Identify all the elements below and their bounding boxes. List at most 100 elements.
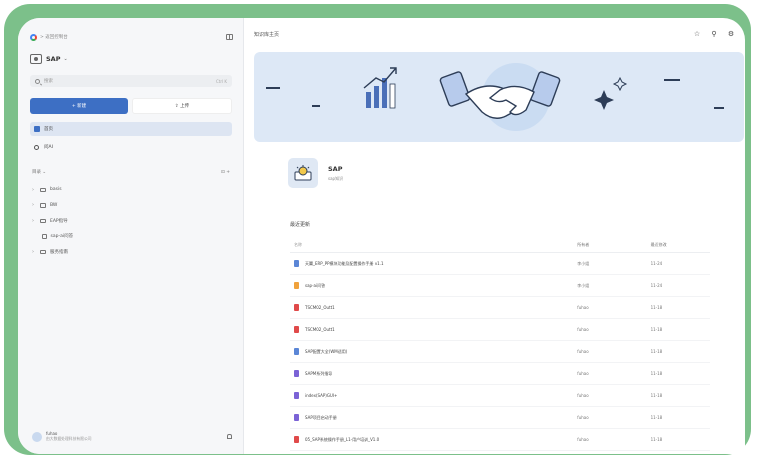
file-owner: 李小姐 — [577, 260, 590, 266]
directory-tree: › basis › BW › EAP指导 sap-ai问答 › 服务指南 — [32, 182, 230, 260]
file-owner: fuhao — [577, 393, 589, 398]
home-icon — [34, 126, 40, 132]
table-row[interactable]: TSCM02_Outt1 fuhao 11-18 — [290, 297, 710, 319]
file-icon — [294, 436, 299, 443]
tree-item-bw[interactable]: › BW — [32, 198, 230, 214]
directory-label[interactable]: 目录 ⌄ — [32, 169, 46, 175]
pin-icon[interactable]: ⚲ — [710, 30, 718, 38]
file-icon — [294, 348, 299, 355]
recent-updates-title: 最近更新 — [290, 222, 311, 228]
table-row[interactable]: SAPM系列指导 fuhao 11-18 — [290, 363, 710, 385]
file-name: TSCM02_Outt1 — [305, 305, 335, 310]
file-name-cell: TSCM02_Outt1 — [290, 304, 577, 311]
table-row[interactable]: SAP项目启动手册 fuhao 11-18 — [290, 407, 710, 429]
table-row[interactable]: sap-ai问答 李小姐 11-24 — [290, 275, 710, 297]
file-modified: 11-18 — [650, 371, 663, 376]
column-header-modified[interactable]: 最近修改 — [651, 242, 710, 248]
back-to-console-link[interactable]: > 返回控制台 — [40, 34, 226, 40]
tree-item-service-guide[interactable]: › 服务指南 — [32, 244, 230, 260]
file-icon — [294, 392, 299, 399]
document-icon — [42, 233, 47, 239]
file-modified: 11-18 — [650, 437, 663, 442]
table-row[interactable]: TSCM02_Outt1 fuhao 11-18 — [290, 319, 710, 341]
user-profile[interactable]: fuhao 由大数据处理科技有限公司 — [32, 431, 232, 442]
workspace-card[interactable]: SAP sap知识 — [288, 158, 343, 188]
user-org: 由大数据处理科技有限公司 — [46, 436, 92, 441]
tree-item-label: EAP指导 — [50, 218, 68, 224]
sidebar-header: > 返回控制台 — [30, 32, 233, 42]
file-icon — [294, 282, 299, 289]
topbar: 知识库主页 ☆ ⚲ ⚙ — [244, 18, 745, 50]
table-row[interactable]: SAP配置大全(WM适用) fuhao 11-18 — [290, 341, 710, 363]
chevron-down-icon: ⌄ — [63, 56, 68, 62]
ai-search-icon — [34, 144, 39, 150]
file-icon — [294, 326, 299, 333]
tree-item-label: BW — [50, 202, 58, 208]
workspace-switcher[interactable]: SAP ⌄ — [30, 54, 68, 64]
tree-item-eap[interactable]: › EAP指导 — [32, 213, 230, 229]
directory-actions[interactable]: ⊡ + — [221, 170, 230, 175]
file-name: SAP项目启动手册 — [305, 414, 337, 420]
recent-files-table: 名称 所有者 最近修改 天翼_ERP_PP模块功能及配置操作手册 v1.1 李小姐… — [290, 238, 710, 451]
file-name-cell: index(SAP)GUI+ — [290, 392, 577, 399]
table-row[interactable]: 天翼_ERP_PP模块功能及配置操作手册 v1.1 李小姐 11-24 — [290, 253, 710, 275]
file-name-cell: 05_SAP系统操作手册_L1-用户培训_V1.0 — [290, 436, 577, 443]
chevron-right-icon[interactable]: › — [32, 187, 38, 193]
sidebar-item-ask-ai[interactable]: 问AI — [30, 140, 232, 154]
file-icon — [294, 304, 299, 311]
sidebar: > 返回控制台 SAP ⌄ 搜索 Ctrl K + 新建 ⇪ 上传 首页 问AI — [18, 18, 244, 454]
tree-item-basis[interactable]: › basis — [32, 182, 230, 198]
file-icon — [294, 370, 299, 377]
app-window: > 返回控制台 SAP ⌄ 搜索 Ctrl K + 新建 ⇪ 上传 首页 问AI — [18, 18, 745, 454]
file-name-cell: SAP配置大全(WM适用) — [290, 348, 577, 355]
sidebar-item-label: 问AI — [44, 145, 53, 150]
file-modified: 11-24 — [650, 261, 663, 266]
file-owner: fuhao — [577, 437, 589, 442]
search-input[interactable]: 搜索 Ctrl K — [30, 75, 232, 87]
file-owner: fuhao — [577, 349, 589, 354]
new-button[interactable]: + 新建 — [30, 98, 128, 114]
file-owner: 李小姐 — [577, 282, 590, 288]
file-icon — [294, 260, 299, 267]
avatar — [32, 431, 42, 442]
workspace-name: SAP — [46, 55, 61, 63]
chevron-right-icon[interactable]: › — [32, 249, 38, 255]
star-icon[interactable]: ☆ — [693, 30, 701, 38]
search-shortcut: Ctrl K — [215, 78, 227, 84]
file-name: sap-ai问答 — [305, 282, 326, 288]
chevron-right-icon[interactable]: › — [32, 218, 38, 224]
file-modified: 11-18 — [650, 327, 663, 332]
handshake-illustration — [363, 63, 628, 131]
workspace-logo-icon — [288, 158, 318, 188]
file-name: index(SAP)GUI+ — [305, 393, 338, 398]
file-name-cell: sap-ai问答 — [290, 282, 577, 289]
file-name-cell: 天翼_ERP_PP模块功能及配置操作手册 v1.1 — [290, 260, 577, 267]
workspace-card-desc: sap知识 — [328, 175, 344, 181]
folder-icon — [40, 218, 46, 223]
tree-item-sap-ai[interactable]: sap-ai问答 — [32, 229, 230, 245]
sidebar-item-home[interactable]: 首页 — [30, 122, 232, 136]
table-row[interactable]: index(SAP)GUI+ fuhao 11-18 — [290, 385, 710, 407]
chevron-right-icon[interactable]: › — [32, 202, 38, 208]
file-name-cell: SAPM系列指导 — [290, 370, 577, 377]
column-header-name[interactable]: 名称 — [290, 242, 577, 248]
search-placeholder: 搜索 — [44, 79, 53, 84]
file-modified: 11-18 — [650, 349, 663, 354]
banner-illustration — [254, 52, 744, 142]
file-modified: 11-18 — [650, 415, 663, 420]
file-name: SAPM系列指导 — [305, 370, 333, 376]
settings-icon[interactable]: ⚙ — [727, 30, 735, 38]
column-header-owner[interactable]: 所有者 — [577, 242, 650, 248]
page-title: 知识库主页 — [254, 31, 280, 38]
collapse-sidebar-icon[interactable] — [226, 34, 233, 40]
app-logo-icon[interactable] — [30, 33, 37, 41]
workspace-avatar-icon — [30, 54, 42, 64]
tree-item-label: sap-ai问答 — [50, 234, 74, 240]
sidebar-nav: 首页 问AI — [30, 122, 232, 158]
table-row[interactable]: 05_SAP系统操作手册_L1-用户培训_V1.0 fuhao 11-18 — [290, 429, 710, 451]
file-owner: fuhao — [577, 371, 589, 376]
directory-header: 目录 ⌄ ⊡ + — [32, 169, 230, 176]
file-owner: fuhao — [577, 327, 589, 332]
bell-icon[interactable] — [227, 434, 232, 439]
upload-button[interactable]: ⇪ 上传 — [132, 98, 232, 114]
